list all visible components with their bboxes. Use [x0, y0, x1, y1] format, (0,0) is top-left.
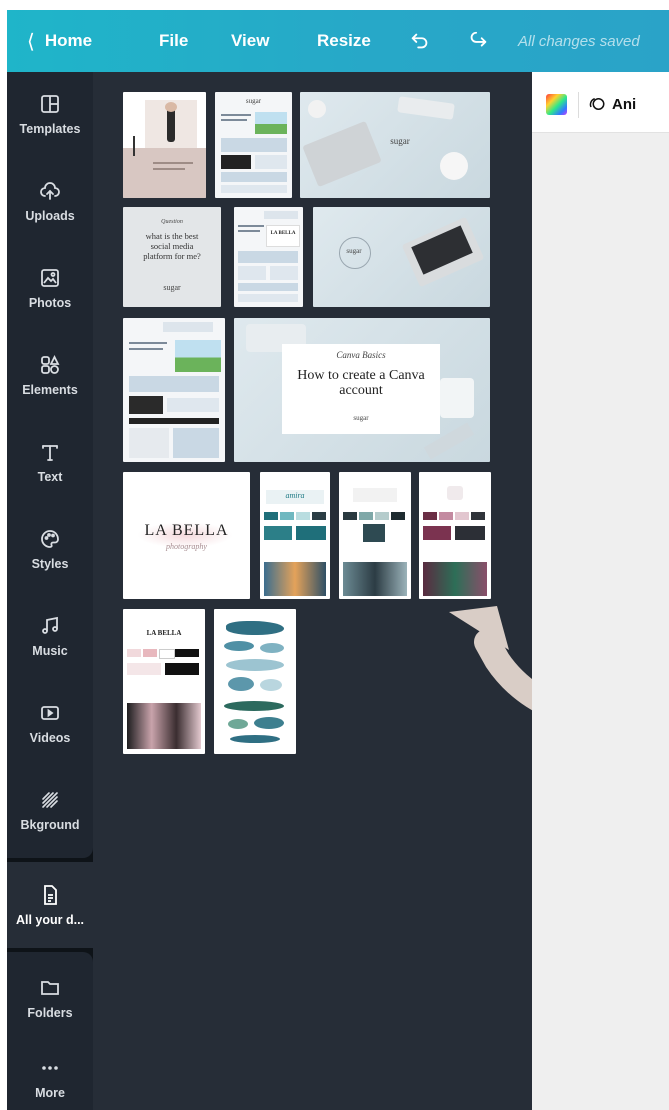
thumbnail-brand: sugar [163, 283, 181, 292]
design-thumbnail[interactable]: sugar [300, 92, 490, 198]
thumbnail-text: what is the best social media platform f… [143, 231, 201, 261]
sidebar-item-text[interactable]: Text [7, 420, 93, 504]
undo-icon [411, 33, 428, 49]
more-dots-icon [42, 1066, 58, 1070]
design-thumbnail[interactable]: Canva Basics How to create a Canva accou… [234, 318, 490, 462]
thumbnail-brand: LA BELLA [146, 629, 182, 637]
design-thumbnail[interactable]: amira [260, 472, 330, 599]
sidebar-item-label: Photos [28, 296, 72, 310]
sidebar-item-label: Templates [19, 122, 81, 136]
video-icon [41, 706, 59, 720]
toolbar-divider [578, 92, 579, 118]
thumbnail-title: How to create a Canva account [297, 368, 425, 398]
sidebar-item-photos[interactable]: Photos [7, 246, 93, 330]
chevron-left-icon: ⟨ [27, 30, 35, 53]
design-thumbnail[interactable]: sugar [313, 207, 490, 307]
upload-cloud-icon [40, 182, 60, 200]
editor-window: ⟨ Home File View Resize All changes save… [7, 10, 669, 1110]
design-thumbnail[interactable]: LA BELLA [123, 609, 205, 754]
thumbnail-kicker: Canva Basics [336, 350, 386, 360]
sidebar-item-label: Music [32, 644, 68, 658]
sidebar-item-label: Folders [27, 1006, 73, 1020]
sidebar-item-uploads[interactable]: Uploads [7, 159, 93, 243]
sidebar-item-label: More [35, 1086, 65, 1100]
design-thumbnail[interactable]: LA BELLA [234, 207, 303, 307]
home-label: Home [44, 31, 93, 50]
animate-label: Ani [612, 95, 637, 113]
sidebar-item-label: Text [37, 470, 63, 484]
palette-icon [41, 530, 59, 548]
redo-button[interactable] [467, 10, 489, 72]
thumbnail-title: LA BELLA [144, 522, 229, 539]
sidebar-item-label: Bkground [20, 818, 80, 832]
color-picker-button[interactable] [546, 94, 567, 115]
thumbnail-brand: sugar [353, 414, 369, 422]
sidebar-item-all-your-designs[interactable]: All your d... [7, 862, 93, 948]
sidebar-item-folders[interactable]: Folders [7, 956, 93, 1040]
thumbnail-brand: sugar [245, 97, 262, 105]
design-thumbnail[interactable] [123, 318, 225, 462]
sidebar-item-label: Uploads [25, 209, 75, 223]
folder-icon [41, 981, 59, 995]
top-toolbar: ⟨ Home File View Resize All changes save… [7, 10, 669, 72]
thumbnail-brand: sugar [390, 136, 410, 146]
design-thumbnail[interactable] [123, 92, 206, 198]
thumbnail-brand: LA BELLA [270, 231, 296, 236]
sidebar-item-styles[interactable]: Styles [7, 507, 93, 591]
thumbnail-pink-block [123, 148, 206, 198]
thumbnail-kicker: Question [161, 219, 183, 225]
save-status: All changes saved [518, 32, 640, 50]
sidebar-item-more[interactable]: More [7, 1036, 93, 1110]
sidebar-item-templates[interactable]: Templates [7, 72, 93, 156]
animate-icon [589, 98, 605, 110]
thumbnail-photo [145, 100, 197, 148]
file-menu-button[interactable]: File [159, 10, 188, 72]
sidebar-item-elements[interactable]: Elements [7, 333, 93, 417]
left-sidebar: Templates Uploads Photos Elements Text S… [7, 72, 93, 1110]
background-icon [42, 792, 58, 808]
text-icon [42, 445, 58, 461]
document-icon [44, 885, 57, 905]
design-thumbnail[interactable]: LA BELLA photography [123, 472, 250, 599]
canvas-toolbar: Ani [532, 72, 669, 133]
redo-icon [470, 31, 487, 47]
design-thumbnail[interactable]: Question what is the best social media p… [123, 207, 221, 307]
thumbnail-brand: sugar [346, 247, 362, 255]
home-button[interactable]: ⟨ Home [27, 10, 92, 72]
shapes-icon [41, 354, 60, 374]
sidebar-item-music[interactable]: Music [7, 594, 93, 678]
design-thumbnail[interactable] [214, 609, 296, 754]
resize-button[interactable]: Resize [317, 10, 371, 72]
sidebar-item-background[interactable]: Bkground [7, 768, 93, 852]
undo-button[interactable] [409, 10, 431, 72]
thumbnail-sub: photography [166, 542, 207, 551]
thumbnail-brand: amira [285, 491, 305, 500]
view-menu-button[interactable]: View [231, 10, 269, 72]
canvas-area: Ani [532, 72, 669, 1110]
sidebar-item-label: Styles [31, 557, 69, 571]
sidebar-item-label: Elements [22, 383, 78, 397]
animate-button[interactable]: Ani [588, 92, 636, 116]
music-note-icon [42, 616, 58, 634]
sidebar-item-label: All your d... [15, 913, 85, 927]
image-icon [41, 269, 59, 287]
design-thumbnail[interactable]: sugar [215, 92, 292, 198]
sidebar-item-videos[interactable]: Videos [7, 681, 93, 765]
thumbnail-title-card: Canva Basics How to create a Canva accou… [282, 344, 440, 434]
design-thumbnail[interactable] [339, 472, 411, 599]
design-thumbnail[interactable] [419, 472, 491, 599]
sidebar-item-label: Videos [29, 731, 71, 745]
templates-icon [41, 95, 59, 113]
